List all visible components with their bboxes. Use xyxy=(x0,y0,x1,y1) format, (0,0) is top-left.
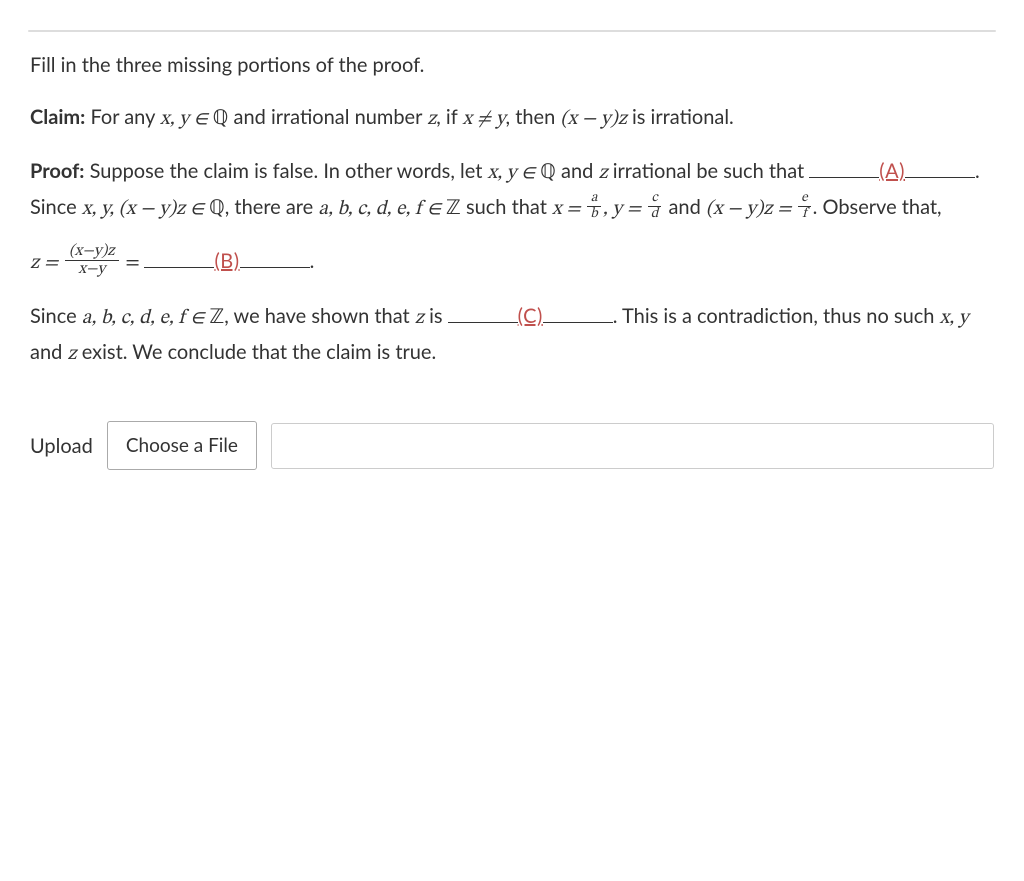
proof-paragraph-2: Since a, b, c, d, e, f ∈ ℤ, we have show… xyxy=(30,299,994,371)
blank-after-b xyxy=(240,250,310,268)
eq-y: , y = xyxy=(603,199,646,219)
upload-row: Upload Choose a File xyxy=(30,421,994,470)
proof-math-abcdef2: a, b, c, d, e, f ∈ xyxy=(82,308,210,328)
fraction-ef: ef xyxy=(798,191,811,223)
blank-after-a xyxy=(905,160,975,178)
claim-text-2: and irrational number xyxy=(228,105,427,129)
question-header-box xyxy=(28,30,996,32)
proof-paragraph-1: Proof: Suppose the claim is false. In ot… xyxy=(30,154,994,226)
integer-symbol: ℤ xyxy=(446,197,461,219)
proof-text-2b: , we have shown that xyxy=(224,304,415,328)
proof-math-xy2: x, y xyxy=(940,308,969,328)
blank-label-c[interactable]: (C) xyxy=(518,304,543,328)
claim-text-4: , then xyxy=(506,105,561,129)
proof-text-1b: and xyxy=(556,159,599,183)
proof-math-z3: z xyxy=(67,344,76,364)
frac-c-num: c xyxy=(648,191,662,207)
claim-paragraph: Claim: For any x, y ∈ ℚ and irrational n… xyxy=(30,100,994,136)
proof-text-2c: is xyxy=(424,304,448,328)
rational-symbol: ℚ xyxy=(213,107,229,129)
blank-before-c xyxy=(448,305,518,323)
blank-label-b[interactable]: (B) xyxy=(214,249,239,273)
proof-text-1c: irrational be such that xyxy=(608,159,810,183)
blank-before-b xyxy=(144,250,214,268)
eq-equals: = xyxy=(121,253,145,273)
claim-math-xyz: (x − y)z xyxy=(560,109,626,129)
integer-symbol-2: ℤ xyxy=(209,306,224,328)
proof-text-1a: Suppose the claim is false. In other wor… xyxy=(90,159,488,183)
eq-and: and xyxy=(663,195,706,219)
frac-a-den: b xyxy=(587,207,600,222)
eq-z-lhs: z = xyxy=(30,253,63,273)
fraction-cd: cd xyxy=(648,191,662,223)
claim-text-5: is irrational. xyxy=(627,105,734,129)
fraction-big: (x−y)zx−y xyxy=(65,243,119,279)
equation-z: z = (x−y)zx−y = (B). xyxy=(30,244,994,281)
frac-e-num: e xyxy=(798,191,811,207)
fraction-ab: ab xyxy=(587,191,600,223)
proof-text-1g: . Observe that, xyxy=(813,195,942,219)
claim-text-3: , if xyxy=(436,105,462,129)
rational-symbol-3: ℚ xyxy=(209,197,225,219)
frac-c-den: d xyxy=(648,207,662,222)
upload-label: Upload xyxy=(30,429,93,463)
proof-math-z2: z xyxy=(415,308,424,328)
proof-text-2f: exist. We conclude that the claim is tru… xyxy=(77,340,437,364)
frac-e-den: f xyxy=(798,207,811,222)
proof-math-xy: x, y ∈ xyxy=(488,163,541,183)
proof-text-2d: . This is a contradiction, thus no such xyxy=(613,304,940,328)
claim-math-z: z xyxy=(427,109,436,129)
instruction-text: Fill in the three missing portions of th… xyxy=(30,48,994,82)
proof-math-xyxyz: x, y, (x − y)z ∈ xyxy=(82,199,209,219)
eq-xyz: (x − y)z = xyxy=(706,199,796,219)
rational-symbol-2: ℚ xyxy=(540,161,556,183)
question-content: Fill in the three missing portions of th… xyxy=(28,44,996,474)
choose-file-button[interactable]: Choose a File xyxy=(107,421,257,470)
proof-label: Proof: xyxy=(30,159,84,183)
claim-label: Claim: xyxy=(30,105,85,129)
frac-big-den: x−y xyxy=(65,261,119,279)
proof-text-1e: , there are xyxy=(225,195,319,219)
claim-math-neq: x ≠ y xyxy=(462,109,505,129)
frac-big-num: (x−y)z xyxy=(65,243,119,262)
proof-text-2a: Since xyxy=(30,304,82,328)
blank-before-a xyxy=(809,160,879,178)
blank-label-a[interactable]: (A) xyxy=(879,159,905,183)
frac-a-num: a xyxy=(587,191,600,207)
blank-after-c xyxy=(543,305,613,323)
claim-math-xy: x, y ∈ xyxy=(160,109,213,129)
proof-text-1f: such that xyxy=(461,195,552,219)
period-b: . xyxy=(310,249,315,273)
proof-math-abcdef: a, b, c, d, e, f ∈ xyxy=(318,199,446,219)
file-display[interactable] xyxy=(271,423,994,469)
proof-text-2e: and xyxy=(30,340,67,364)
proof-math-z: z xyxy=(598,163,607,183)
eq-x: x = xyxy=(552,199,585,219)
claim-text-1: For any xyxy=(90,105,160,129)
